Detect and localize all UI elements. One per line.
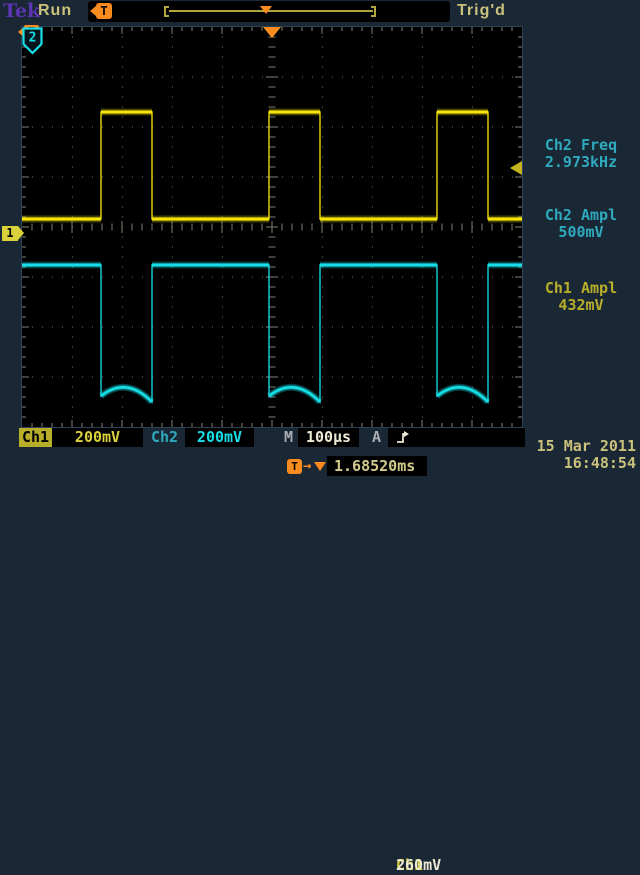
- trigger-delay-value: 1.68520ms: [327, 456, 427, 476]
- ch1-scale-readout: 200mV: [52, 428, 143, 447]
- measurement-label: Ch2 Freq: [524, 137, 638, 154]
- record-end-bracket-icon: [371, 6, 376, 17]
- ch2-label: Ch2: [151, 428, 185, 447]
- right-arrow-icon: [18, 226, 24, 240]
- measurement-ch1-ampl: Ch1 Ampl 432mV: [524, 280, 638, 314]
- graticule: T 1 2: [22, 27, 522, 427]
- trigger-status: Trig'd: [457, 2, 506, 20]
- timebase-label: M: [284, 428, 298, 447]
- delay-triangle-icon: [314, 462, 326, 471]
- tek-logo: Tek: [3, 0, 40, 22]
- ch2-ground-marker: 2: [22, 27, 43, 55]
- ch1-marker-label: 1: [6, 226, 13, 240]
- trigger-level-value: 260mV: [396, 856, 441, 875]
- trigger-position-icon: T: [96, 3, 112, 19]
- trigger-record-view: T: [88, 1, 450, 22]
- acquisition-status: Run: [38, 2, 72, 20]
- left-arrow-icon: [90, 6, 96, 16]
- trigger-level-arrow-icon: [510, 161, 522, 175]
- waveform-plot: [22, 27, 522, 427]
- record-trigger-triangle-icon: [260, 6, 272, 14]
- trigger-mode-label: A: [372, 428, 386, 447]
- date-display: 15 Mar 2011: [537, 438, 636, 455]
- measurement-label: Ch2 Ampl: [524, 207, 638, 224]
- ch1-ground-marker: 1: [2, 226, 18, 241]
- trigger-letter: T: [100, 4, 107, 18]
- trigger-delay-icon: T: [287, 459, 302, 474]
- ch1-label-badge: Ch1: [19, 428, 52, 447]
- right-arrow-icon: →: [303, 458, 311, 474]
- measurement-ch2-freq: Ch2 Freq 2.973kHz: [524, 137, 638, 171]
- oscilloscope-screen: Tek Run T Trig'd T 1 2 Ch2 Freq 2.973k: [0, 0, 640, 480]
- trigger-letter: T: [291, 460, 298, 473]
- trigger-position-marker-icon: [263, 27, 281, 38]
- measurement-value: 432mV: [524, 297, 638, 314]
- measurement-ch2-ampl: Ch2 Ampl 500mV: [524, 207, 638, 241]
- svg-text:2: 2: [29, 31, 37, 46]
- ch2-scale-readout: 200mV: [185, 428, 254, 447]
- time-display: 16:48:54: [537, 455, 636, 472]
- trigger-readout: Ch1 260mV: [388, 428, 525, 447]
- datetime-display: 15 Mar 2011 16:48:54: [537, 438, 636, 472]
- measurement-label: Ch1 Ampl: [524, 280, 638, 297]
- timebase-readout: 100µs: [298, 428, 359, 447]
- measurement-value: 2.973kHz: [524, 154, 638, 171]
- measurement-value: 500mV: [524, 224, 638, 241]
- rising-edge-icon: [396, 430, 411, 446]
